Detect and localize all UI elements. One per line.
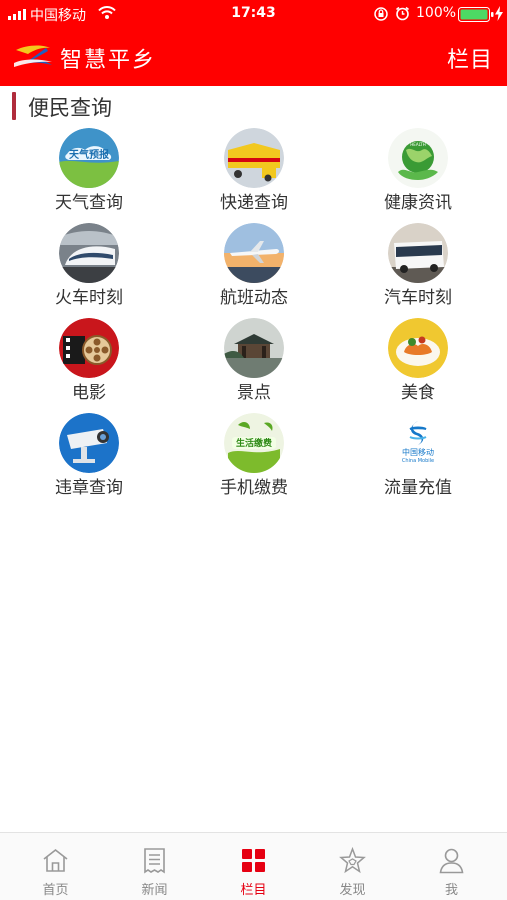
- film-reel-icon: [59, 318, 119, 378]
- service-label: 快递查询: [220, 193, 288, 213]
- service-phone-payment[interactable]: 生活缴费 手机缴费: [194, 413, 314, 503]
- health-badge-text: HEALTH: [410, 142, 425, 147]
- app-header: 智慧平乡 栏目: [0, 28, 507, 86]
- airplane-icon: [224, 223, 284, 283]
- discover-star-icon: [339, 847, 366, 874]
- service-label: 天气查询: [55, 193, 123, 213]
- service-label: 美食: [401, 383, 435, 403]
- battery-percent: 100%: [416, 5, 457, 21]
- status-bar: 中国移动 17:43 100%: [0, 0, 507, 28]
- service-label: 违章查询: [55, 478, 123, 498]
- service-violation[interactable]: 违章查询: [29, 413, 149, 503]
- user-icon: [439, 848, 464, 874]
- app-logo-icon: [14, 45, 52, 67]
- mobile-brand-cn: 中国移动: [402, 447, 434, 457]
- service-bus[interactable]: 汽车时刻: [358, 223, 478, 313]
- tab-label: 我: [444, 883, 458, 898]
- tab-label: 栏目: [240, 883, 267, 898]
- service-label: 航班动态: [220, 288, 288, 308]
- columns-menu-button[interactable]: 栏目: [447, 42, 493, 74]
- service-label: 手机缴费: [220, 478, 288, 498]
- weather-badge-text: 天气预报: [69, 148, 109, 161]
- service-label: 健康资讯: [384, 193, 452, 213]
- app-screen: 中国移动 17:43 100% 智慧平乡 栏目 便民查询 天气预报 天气查询 快…: [0, 0, 507, 900]
- scenic-pavilion-icon: [224, 318, 284, 378]
- bus-icon: [388, 223, 448, 283]
- payment-badge-text: 生活缴费: [236, 437, 272, 449]
- alarm-icon: [396, 6, 409, 21]
- service-label: 汽车时刻: [384, 288, 452, 308]
- tab-home[interactable]: 首页: [5, 833, 106, 900]
- tab-label: 新闻: [141, 883, 168, 898]
- tab-label: 发现: [339, 883, 366, 898]
- traffic-camera-icon: [59, 413, 119, 473]
- tab-news[interactable]: 新闻: [104, 833, 205, 900]
- service-express[interactable]: 快递查询: [194, 128, 314, 218]
- mobile-brand-en: China Mobile: [402, 458, 434, 464]
- service-data-topup[interactable]: 中国移动 China Mobile 流量充值: [358, 413, 478, 503]
- app-title: 智慧平乡: [60, 48, 157, 73]
- tab-discover[interactable]: 发现: [302, 833, 403, 900]
- charging-bolt-icon: [495, 6, 503, 21]
- news-icon: [144, 848, 165, 874]
- china-mobile-logo-icon: 中国移动 China Mobile: [388, 413, 448, 473]
- food-plate-icon: [388, 318, 448, 378]
- train-icon: [59, 223, 119, 283]
- service-food[interactable]: 美食: [358, 318, 478, 408]
- home-icon: [43, 848, 68, 872]
- grid-icon: [242, 849, 265, 872]
- bottom-tab-bar: 首页 新闻 栏目 发现 我: [0, 832, 507, 900]
- weather-icon: 天气预报: [59, 128, 119, 188]
- tab-columns[interactable]: 栏目: [203, 833, 304, 900]
- tab-me[interactable]: 我: [401, 833, 502, 900]
- service-label: 景点: [237, 383, 271, 403]
- section-accent-bar: [12, 92, 16, 120]
- phone-payment-icon: 生活缴费: [224, 413, 284, 473]
- service-label: 流量充值: [384, 478, 452, 498]
- service-movie[interactable]: 电影: [29, 318, 149, 408]
- tab-label: 首页: [42, 883, 69, 898]
- service-train[interactable]: 火车时刻: [29, 223, 149, 313]
- service-label: 火车时刻: [55, 288, 123, 308]
- service-weather[interactable]: 天气预报 天气查询: [29, 128, 149, 218]
- battery-icon: [458, 7, 494, 22]
- service-health[interactable]: HEALTH 健康资讯: [358, 128, 478, 218]
- section-title: 便民查询: [28, 96, 112, 120]
- service-scenic[interactable]: 景点: [194, 318, 314, 408]
- health-globe-icon: HEALTH: [388, 128, 448, 188]
- express-truck-icon: [224, 128, 284, 188]
- service-label: 电影: [72, 383, 106, 403]
- service-flight[interactable]: 航班动态: [194, 223, 314, 313]
- orientation-lock-icon: [374, 7, 388, 21]
